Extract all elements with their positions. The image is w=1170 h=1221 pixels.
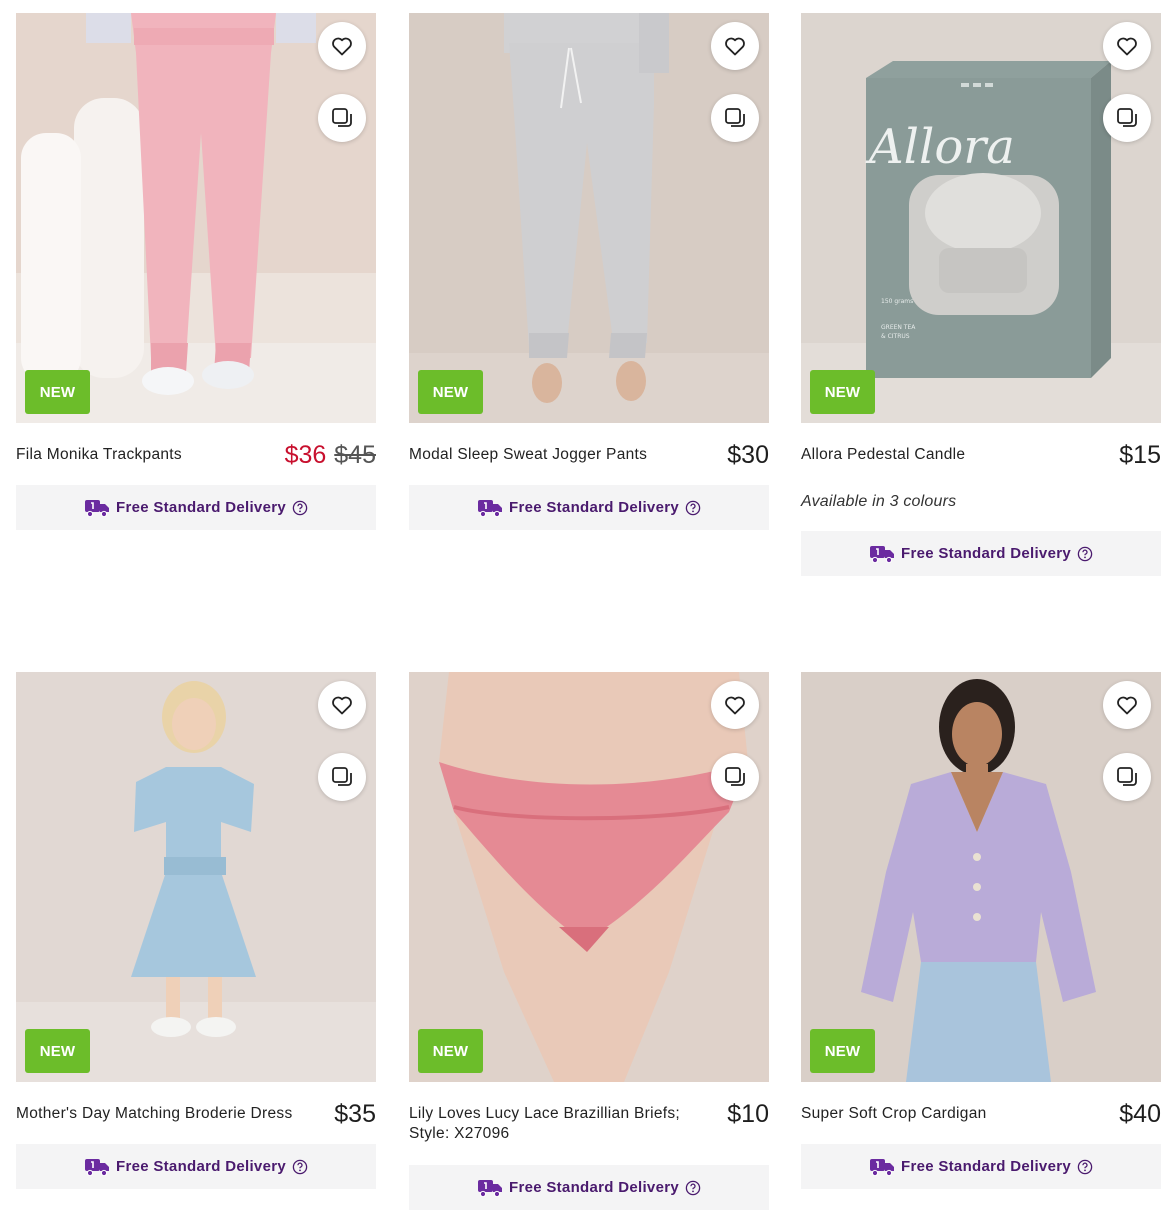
- free-delivery-banner[interactable]: Free Standard Delivery: [16, 485, 376, 530]
- truck-icon: [477, 498, 503, 518]
- compare-button[interactable]: [1103, 753, 1151, 801]
- heart-icon: [1117, 696, 1137, 715]
- price-group: $15: [1119, 440, 1161, 470]
- compare-button[interactable]: [318, 94, 366, 142]
- product-name[interactable]: Mother's Day Matching Broderie Dress: [16, 1104, 321, 1124]
- question-icon[interactable]: [685, 500, 701, 516]
- compare-icon: [332, 767, 352, 786]
- price-group: $36 $45: [285, 440, 376, 470]
- compare-button[interactable]: [711, 94, 759, 142]
- product-image[interactable]: NEW: [16, 672, 376, 1082]
- compare-icon: [725, 767, 745, 786]
- new-badge: NEW: [25, 370, 90, 414]
- free-delivery-banner[interactable]: Free Standard Delivery: [16, 1144, 376, 1189]
- truck-icon: [869, 1157, 895, 1177]
- product-card[interactable]: Allora 150 grams GREEN TEA & CITRUS NEW …: [801, 13, 1161, 576]
- price-group: $40: [1119, 1099, 1161, 1129]
- delivery-label: Free Standard Delivery: [508, 499, 679, 516]
- new-badge: NEW: [810, 370, 875, 414]
- box-scent-text-2: & CITRUS: [881, 333, 910, 340]
- compare-button[interactable]: [1103, 94, 1151, 142]
- new-badge: NEW: [418, 370, 483, 414]
- question-icon[interactable]: [1077, 1159, 1093, 1175]
- product-name[interactable]: Super Soft Crop Cardigan: [801, 1104, 1091, 1124]
- free-delivery-banner[interactable]: Free Standard Delivery: [409, 485, 769, 530]
- heart-icon: [332, 696, 352, 715]
- heart-icon: [332, 37, 352, 56]
- wishlist-button[interactable]: [1103, 681, 1151, 729]
- product-image[interactable]: NEW: [16, 13, 376, 423]
- product-name[interactable]: Allora Pedestal Candle: [801, 445, 1091, 465]
- product-name[interactable]: Fila Monika Trackpants: [16, 445, 306, 465]
- truck-icon: [477, 1178, 503, 1198]
- product-image[interactable]: NEW: [801, 672, 1161, 1082]
- wishlist-button[interactable]: [1103, 22, 1151, 70]
- product-name[interactable]: Lily Loves Lucy Lace Brazillian Briefs; …: [409, 1104, 699, 1144]
- price-group: $10: [727, 1099, 769, 1129]
- price: $10: [727, 1100, 769, 1128]
- truck-icon: [84, 1157, 110, 1177]
- delivery-label: Free Standard Delivery: [115, 1158, 286, 1175]
- compare-icon: [1117, 767, 1137, 786]
- new-badge: NEW: [810, 1029, 875, 1073]
- colour-availability: Available in 3 colours: [801, 493, 957, 510]
- product-card[interactable]: NEW Modal Sleep Sweat Jogger Pants $30 F…: [409, 13, 769, 530]
- product-card[interactable]: NEW Mother's Day Matching Broderie Dress…: [16, 672, 376, 1189]
- product-card[interactable]: NEW Lily Loves Lucy Lace Brazillian Brie…: [409, 672, 769, 1210]
- free-delivery-banner[interactable]: Free Standard Delivery: [801, 1144, 1161, 1189]
- compare-icon: [332, 108, 352, 127]
- question-icon[interactable]: [292, 500, 308, 516]
- new-badge: NEW: [25, 1029, 90, 1073]
- was-price: $45: [334, 441, 376, 469]
- compare-button[interactable]: [711, 753, 759, 801]
- compare-button[interactable]: [318, 753, 366, 801]
- wishlist-button[interactable]: [318, 22, 366, 70]
- heart-icon: [1117, 37, 1137, 56]
- question-icon[interactable]: [685, 1180, 701, 1196]
- price-group: $35: [334, 1099, 376, 1129]
- truck-icon: [84, 498, 110, 518]
- product-image[interactable]: NEW: [409, 672, 769, 1082]
- wishlist-button[interactable]: [711, 22, 759, 70]
- price: $30: [727, 441, 769, 469]
- product-image[interactable]: NEW: [409, 13, 769, 423]
- product-name[interactable]: Modal Sleep Sweat Jogger Pants: [409, 445, 699, 465]
- compare-icon: [725, 108, 745, 127]
- product-image[interactable]: Allora 150 grams GREEN TEA & CITRUS NEW: [801, 13, 1161, 423]
- box-scent-text: GREEN TEA: [881, 324, 916, 331]
- sale-price: $36: [284, 441, 327, 469]
- price: $40: [1119, 1100, 1161, 1128]
- truck-icon: [869, 544, 895, 564]
- new-badge: NEW: [418, 1029, 483, 1073]
- heart-icon: [725, 37, 745, 56]
- delivery-label: Free Standard Delivery: [900, 545, 1071, 562]
- box-brand-text: Allora: [865, 119, 1015, 175]
- product-card[interactable]: NEW Fila Monika Trackpants $36 $45 Free S…: [16, 13, 376, 530]
- delivery-label: Free Standard Delivery: [508, 1179, 679, 1196]
- wishlist-button[interactable]: [711, 681, 759, 729]
- delivery-label: Free Standard Delivery: [900, 1158, 1071, 1175]
- price: $35: [334, 1100, 376, 1128]
- heart-icon: [725, 696, 745, 715]
- price-group: $30: [727, 440, 769, 470]
- product-card[interactable]: NEW Super Soft Crop Cardigan $40 Free St…: [801, 672, 1161, 1189]
- box-weight-text: 150 grams: [881, 298, 913, 305]
- free-delivery-banner[interactable]: Free Standard Delivery: [801, 531, 1161, 576]
- price: $15: [1119, 441, 1161, 469]
- free-delivery-banner[interactable]: Free Standard Delivery: [409, 1165, 769, 1210]
- compare-icon: [1117, 108, 1137, 127]
- question-icon[interactable]: [292, 1159, 308, 1175]
- wishlist-button[interactable]: [318, 681, 366, 729]
- question-icon[interactable]: [1077, 546, 1093, 562]
- delivery-label: Free Standard Delivery: [115, 499, 286, 516]
